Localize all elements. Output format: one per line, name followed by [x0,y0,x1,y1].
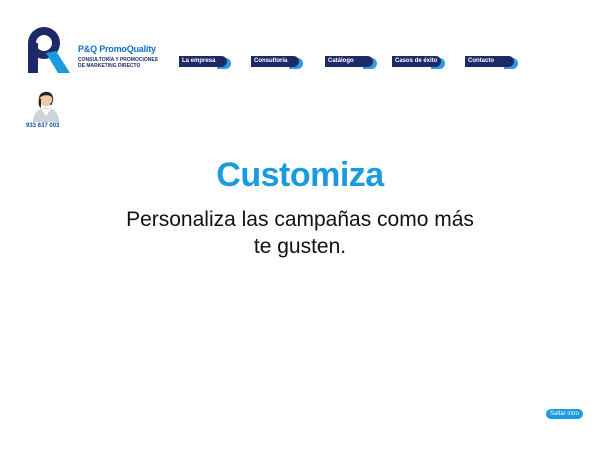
nav-item-la-empresa[interactable]: La empresa [179,56,231,69]
skip-intro-button[interactable]: Saltar intro [546,409,584,419]
nav-item-catalogo[interactable]: Catálogo [325,56,377,69]
agent-avatar [29,86,63,122]
subtext: Personaliza las campañas como más te gus… [126,208,474,258]
nav-item-contacto[interactable]: Contacto [465,56,518,69]
nav-item-casos-de-exito[interactable]: Casos de éxito [392,56,445,69]
phone-number: 933 637 003 [26,123,60,129]
contact-block: 933 637 003 [26,86,66,132]
nav-item-consultoria[interactable]: Consultoría [251,56,303,69]
main-nav: La empresa Consultoría Catálogo Casos de… [0,56,600,70]
headline: Customiza [216,156,384,194]
brand-name: P&Q PromoQuality [78,44,156,54]
